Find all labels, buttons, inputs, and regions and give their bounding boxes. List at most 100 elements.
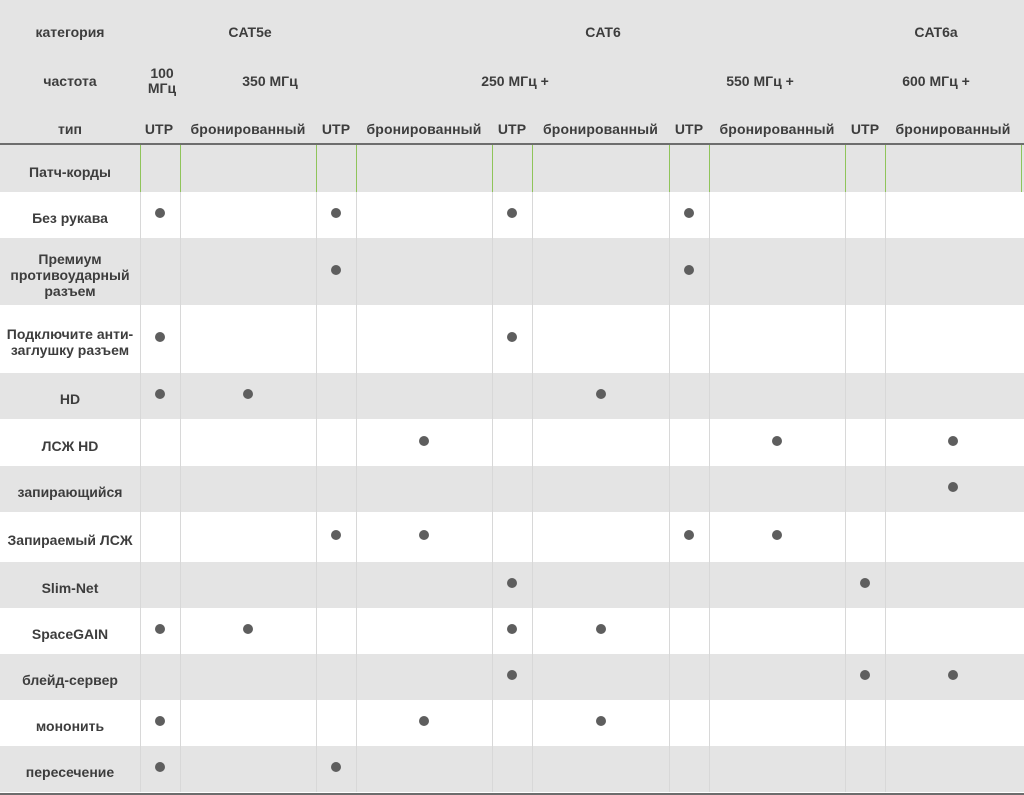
column-divider	[140, 305, 141, 373]
column-divider	[709, 562, 710, 608]
column-divider	[180, 305, 181, 373]
column-divider	[532, 562, 533, 608]
column-divider	[669, 746, 670, 792]
column-divider	[669, 145, 670, 192]
column-divider	[492, 700, 493, 746]
column-divider	[316, 654, 317, 700]
header-frequency-label: частота	[43, 72, 97, 89]
column-divider	[180, 654, 181, 700]
column-divider	[532, 419, 533, 466]
column-divider	[140, 700, 141, 746]
availability-dot	[948, 482, 958, 492]
column-divider	[709, 512, 710, 562]
column-divider	[180, 700, 181, 746]
column-divider	[709, 746, 710, 792]
column-divider	[492, 746, 493, 792]
availability-dot	[155, 762, 165, 772]
table-row: мононить	[0, 700, 1024, 746]
column-divider	[140, 562, 141, 608]
header-frequency-600: 600 МГц +	[902, 72, 970, 89]
column-divider	[180, 608, 181, 654]
availability-dot	[155, 624, 165, 634]
row-label: Премиум противоударный разъем	[10, 250, 130, 299]
column-divider	[885, 746, 886, 792]
availability-dot	[948, 670, 958, 680]
table-row: HD	[0, 373, 1024, 419]
row-label: мононить	[35, 718, 105, 734]
column-divider	[140, 512, 141, 562]
column-divider	[180, 746, 181, 792]
column-divider	[669, 512, 670, 562]
column-divider	[709, 419, 710, 466]
table-row: Патч-корды	[0, 145, 1024, 192]
availability-dot	[155, 208, 165, 218]
column-divider	[709, 373, 710, 419]
column-divider	[845, 654, 846, 700]
availability-dot	[860, 670, 870, 680]
table-row: запирающийся	[0, 466, 1024, 512]
column-divider	[885, 419, 886, 466]
column-divider	[885, 700, 886, 746]
availability-dot	[243, 624, 253, 634]
column-divider	[356, 562, 357, 608]
column-divider	[709, 238, 710, 305]
table-row: Запираемый ЛСЖ	[0, 512, 1024, 562]
column-divider	[532, 466, 533, 512]
column-divider	[356, 746, 357, 792]
row-label: Запираемый ЛСЖ	[7, 532, 133, 548]
availability-dot	[155, 332, 165, 342]
column-divider	[669, 419, 670, 466]
column-divider	[845, 373, 846, 419]
availability-dot	[419, 716, 429, 726]
column-divider	[532, 654, 533, 700]
row-label: Slim-Net	[41, 580, 99, 596]
column-divider	[356, 373, 357, 419]
column-divider	[709, 700, 710, 746]
column-divider	[532, 700, 533, 746]
column-divider	[140, 192, 141, 238]
row-label: Без рукава	[32, 210, 108, 226]
column-divider	[885, 466, 886, 512]
column-divider	[669, 700, 670, 746]
column-divider	[532, 608, 533, 654]
column-divider	[885, 305, 886, 373]
availability-dot	[684, 208, 694, 218]
column-divider	[669, 466, 670, 512]
column-divider	[709, 305, 710, 373]
availability-dot	[684, 530, 694, 540]
column-divider	[356, 466, 357, 512]
column-divider	[845, 562, 846, 608]
column-divider	[180, 562, 181, 608]
column-divider	[669, 238, 670, 305]
column-divider	[140, 608, 141, 654]
column-divider	[316, 700, 317, 746]
column-divider	[180, 466, 181, 512]
column-divider	[180, 192, 181, 238]
header-frequency-550: 550 МГц +	[726, 72, 794, 89]
row-label: Патч-корды	[29, 163, 111, 180]
availability-dot	[155, 389, 165, 399]
header-type-utp-6: UTP	[674, 120, 704, 137]
column-divider	[845, 746, 846, 792]
column-divider	[669, 562, 670, 608]
header-type-utp-2: UTP	[321, 120, 351, 137]
column-divider	[140, 654, 141, 700]
column-divider	[885, 512, 886, 562]
header-type-shielded-5: бронированный	[543, 120, 658, 137]
column-divider	[845, 238, 846, 305]
column-divider	[532, 192, 533, 238]
column-divider	[316, 562, 317, 608]
column-divider	[180, 145, 181, 192]
column-divider	[140, 145, 141, 192]
column-divider	[492, 608, 493, 654]
availability-dot	[684, 265, 694, 275]
header-category-cat6: CAT6	[585, 23, 621, 40]
column-divider	[492, 373, 493, 419]
column-divider	[885, 373, 886, 419]
table-row: блейд-сервер	[0, 654, 1024, 700]
column-divider	[316, 145, 317, 192]
column-divider	[885, 192, 886, 238]
column-divider	[669, 373, 670, 419]
column-divider	[492, 512, 493, 562]
column-divider	[885, 238, 886, 305]
